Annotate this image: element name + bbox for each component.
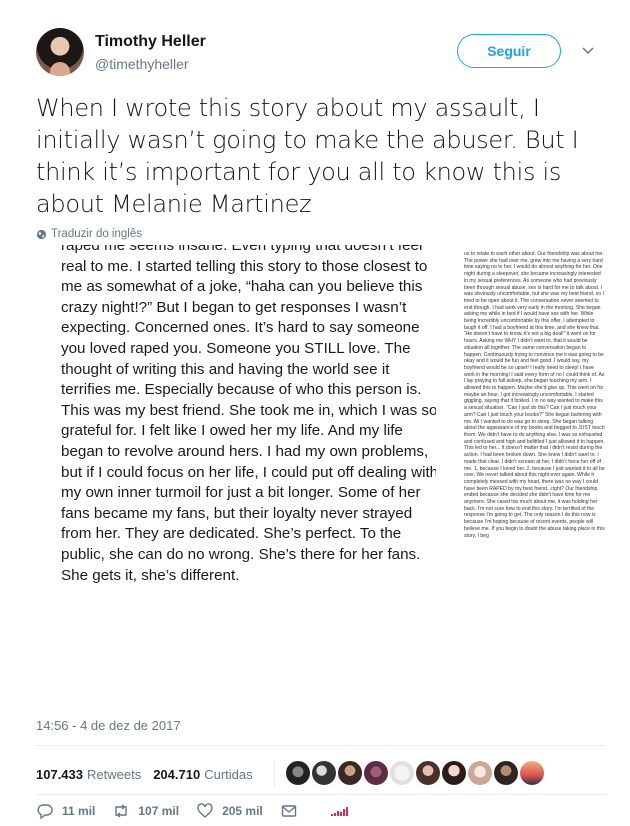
avatar[interactable]	[468, 761, 492, 785]
avatar[interactable]	[312, 761, 336, 785]
avatar[interactable]	[364, 761, 388, 785]
retweets-count: 107.433	[36, 766, 83, 782]
globe-icon	[36, 229, 47, 239]
translate-link[interactable]: Traduzir do inglês	[36, 228, 142, 240]
reply-count: 11 mil	[62, 804, 96, 818]
retweets-label: Retweets	[87, 766, 142, 782]
likes-count: 204.710	[153, 766, 201, 782]
avatar[interactable]	[416, 761, 440, 785]
chevron-down-icon[interactable]	[580, 42, 596, 58]
avatar[interactable]	[286, 761, 310, 785]
likes-label: Curtidas	[204, 766, 253, 782]
translate-label: Traduzir do inglês	[51, 228, 142, 240]
divider	[36, 745, 606, 746]
avatar[interactable]	[442, 761, 466, 785]
analytics-icon[interactable]	[330, 806, 348, 816]
retweet-button[interactable]: 107 mil	[112, 802, 179, 820]
like-count: 205 mil	[222, 804, 263, 818]
tweet-media[interactable]: raped me seems insane. Even typing that …	[36, 245, 606, 703]
retweet-icon	[115, 804, 128, 818]
avatar[interactable]	[520, 761, 544, 785]
tweet-actions: 11 mil 107 mil 205 mil	[36, 800, 348, 822]
retweet-count: 107 mil	[138, 804, 180, 818]
avatar[interactable]	[494, 761, 518, 785]
story-page-left[interactable]: raped me seems insane. Even typing that …	[36, 245, 436, 703]
liker-avatars	[286, 761, 544, 785]
avatar[interactable]	[36, 28, 84, 76]
divider	[36, 794, 606, 795]
reply-button[interactable]: 11 mil	[36, 802, 95, 820]
avatar[interactable]	[390, 761, 414, 785]
tweet-timestamp[interactable]: 14:56 - 4 de dez de 2017	[36, 718, 181, 733]
follow-button[interactable]: Seguir	[457, 34, 561, 68]
retweets-stat[interactable]: 107.433 Retweets	[36, 767, 141, 782]
story-text-left: raped me seems insane. Even typing that …	[61, 245, 436, 584]
likes-stat[interactable]: 204.710 Curtidas	[153, 767, 252, 782]
like-button[interactable]: 205 mil	[196, 802, 263, 820]
heart-icon	[197, 803, 213, 818]
author-handle[interactable]: @timethyheller	[95, 56, 189, 72]
reply-icon	[37, 804, 53, 820]
story-page-right[interactable]: us to relate to each other about. Our fr…	[464, 251, 606, 703]
story-text-right: us to relate to each other about. Our fr…	[464, 251, 605, 539]
tweet-text: When I wrote this story about my assault…	[36, 94, 579, 218]
avatar[interactable]	[338, 761, 362, 785]
tweet-header: Timothy Heller @timethyheller Seguir	[36, 28, 604, 78]
author-name[interactable]: Timothy Heller	[95, 33, 206, 51]
divider	[274, 761, 275, 787]
dm-button[interactable]	[280, 802, 306, 820]
tweet-stats: 107.433 Retweets 204.710 Curtidas	[36, 760, 265, 788]
envelope-icon	[281, 805, 296, 817]
